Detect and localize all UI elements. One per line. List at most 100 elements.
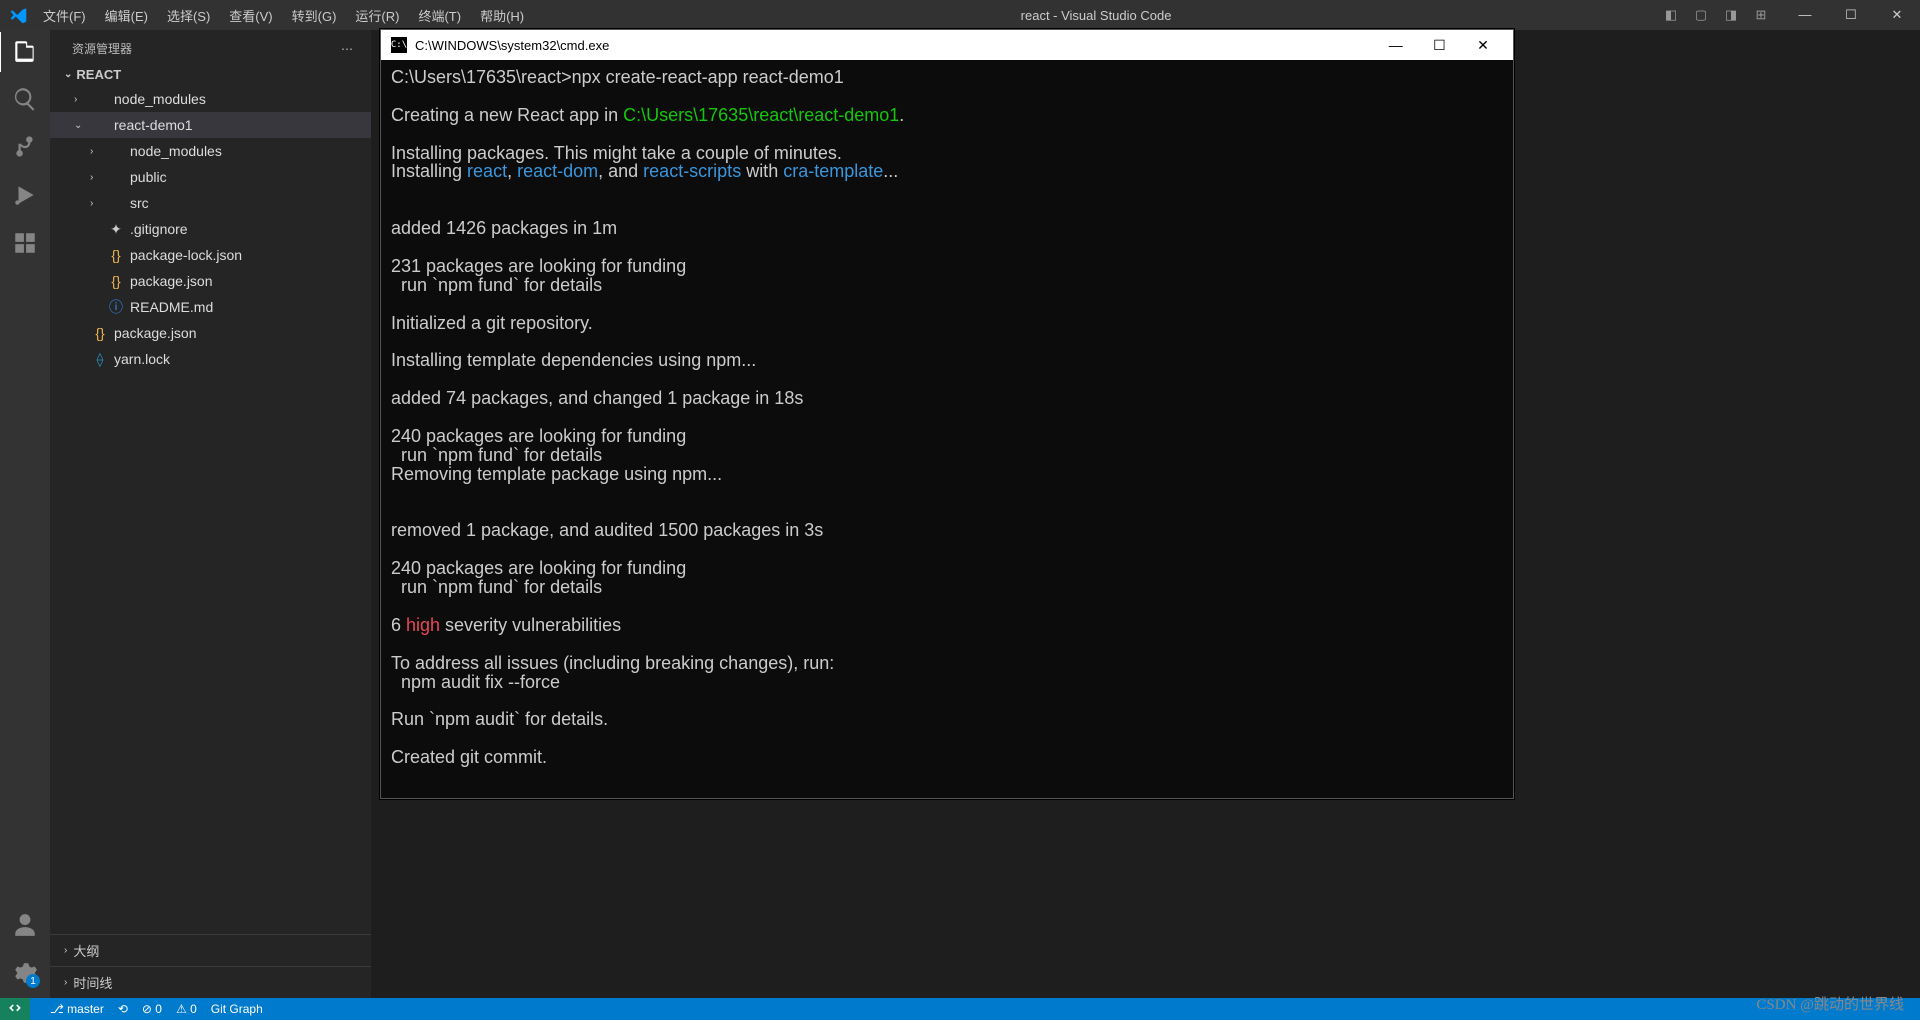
git-branch[interactable]: ⎇ master — [50, 1002, 104, 1016]
sync-icon[interactable]: ⟲ — [118, 1002, 128, 1016]
term-text: run `npm fund` for details — [391, 445, 602, 465]
tree-label: node_modules — [130, 143, 222, 159]
term-text: 6 — [391, 615, 406, 635]
term-text: 240 packages are looking for funding — [391, 426, 686, 446]
term-text: react-dom — [517, 161, 598, 181]
warnings-count[interactable]: ⚠ 0 — [176, 1002, 197, 1016]
chevron-right-icon: › — [64, 945, 67, 956]
errors-count[interactable]: ⊘ 0 — [142, 1002, 162, 1016]
menu-item[interactable]: 帮助(H) — [472, 2, 532, 29]
chevron-right-icon: › — [64, 977, 67, 988]
tree-label: src — [130, 195, 149, 211]
term-text: , and — [598, 161, 643, 181]
cmd-title: C:\WINDOWS\system32\cmd.exe — [415, 38, 1376, 53]
file-icon: ⟠ — [92, 351, 108, 368]
sidebar-root[interactable]: ⌄ REACT — [50, 63, 371, 86]
menu-item[interactable]: 编辑(E) — [97, 2, 156, 29]
menu-item[interactable]: 文件(F) — [35, 2, 94, 29]
activity-git-icon[interactable] — [12, 134, 38, 160]
status-bar: ⎇ master ⟲ ⊘ 0 ⚠ 0 Git Graph — [0, 998, 1920, 1020]
activity-debug-icon[interactable] — [12, 182, 38, 208]
outline-panel[interactable]: › 大纲 — [50, 934, 371, 966]
term-text: removed 1 package, and audited 1500 pack… — [391, 520, 823, 540]
menu-item[interactable]: 运行(R) — [347, 2, 407, 29]
vscode-logo-icon — [0, 6, 35, 24]
term-text: Installing — [391, 161, 467, 181]
tree-folder[interactable]: ›public — [50, 164, 371, 190]
term-text: Installing template dependencies using n… — [391, 350, 756, 370]
maximize-icon[interactable]: ☐ — [1828, 7, 1874, 23]
layout-controls: ◧ ▢ ◨ ⊞ — [1660, 7, 1772, 23]
tree-label: package-lock.json — [130, 247, 242, 263]
tree-label: .gitignore — [130, 221, 188, 237]
tree-folder[interactable]: ›node_modules — [50, 86, 371, 112]
remote-indicator[interactable] — [0, 998, 30, 1020]
file-icon: ⓘ — [108, 297, 124, 317]
cmd-maximize-icon[interactable]: ☐ — [1419, 37, 1459, 54]
cmd-close-icon[interactable]: ✕ — [1463, 37, 1503, 54]
panel-right-icon[interactable]: ◨ — [1720, 7, 1742, 23]
sidebar-more-icon[interactable]: ⋯ — [341, 42, 353, 56]
menu-item[interactable]: 终端(T) — [410, 2, 469, 29]
window-title: react - Visual Studio Code — [532, 8, 1660, 23]
term-text: Created git commit. — [391, 747, 547, 767]
activity-extensions-icon[interactable] — [12, 230, 38, 256]
activity-account-icon[interactable] — [12, 912, 38, 938]
term-text: run `npm fund` for details — [391, 275, 602, 295]
activity-search-icon[interactable] — [12, 86, 38, 112]
timeline-panel[interactable]: › 时间线 — [50, 966, 371, 998]
term-text: react — [467, 161, 507, 181]
git-graph[interactable]: Git Graph — [211, 1002, 263, 1016]
layout-grid-icon[interactable]: ⊞ — [1750, 7, 1772, 23]
menu-item[interactable]: 转到(G) — [284, 2, 345, 29]
tree-folder[interactable]: › node_modules — [50, 138, 371, 164]
window-controls: ― ☐ ✕ — [1782, 7, 1920, 23]
chevron-icon: ⌄ — [74, 120, 86, 131]
branch-name: master — [67, 1002, 104, 1016]
watermark-text: CSDN @跳动的世界线 — [1756, 993, 1904, 1014]
chevron-icon: › — [90, 172, 102, 183]
activity-explorer-icon[interactable] — [12, 38, 38, 64]
activity-settings-icon[interactable]: 1 — [12, 960, 38, 986]
tree-file[interactable]: ⟠ yarn.lock — [50, 346, 371, 372]
minimize-icon[interactable]: ― — [1782, 7, 1828, 23]
term-text: run `npm fund` for details — [391, 577, 602, 597]
tree-folder[interactable]: ›src — [50, 190, 371, 216]
term-text: cra-template — [783, 161, 883, 181]
term-text: react-scripts — [643, 161, 741, 181]
tree-file[interactable]: ⓘREADME.md — [50, 294, 371, 320]
panel-left-icon[interactable]: ◧ — [1660, 7, 1682, 23]
term-text: Installing packages. This might take a c… — [391, 143, 842, 163]
tree-file[interactable]: {}package-lock.json — [50, 242, 371, 268]
cmd-output[interactable]: C:\Users\17635\react>npx create-react-ap… — [381, 60, 1513, 798]
chevron-icon: › — [74, 94, 86, 105]
chevron-icon: › — [90, 146, 102, 157]
tree-label: yarn.lock — [114, 351, 170, 367]
menu-item[interactable]: 选择(S) — [159, 2, 218, 29]
close-icon[interactable]: ✕ — [1874, 7, 1920, 23]
timeline-label: 时间线 — [73, 973, 112, 992]
term-text: . — [899, 105, 904, 125]
term-text: C:\Users\17635\react>npx create-react-ap… — [391, 67, 844, 87]
explorer-sidebar: 资源管理器 ⋯ ⌄ REACT › node_modules ⌄react-demo… — [50, 30, 371, 998]
term-text: ... — [883, 161, 898, 181]
term-text: with — [741, 161, 783, 181]
activity-bar: 1 — [0, 30, 50, 998]
tree-file[interactable]: ✦.gitignore — [50, 216, 371, 242]
cmd-title-bar[interactable]: C:\ C:\WINDOWS\system32\cmd.exe ― ☐ ✕ — [381, 30, 1513, 60]
sidebar-title: 资源管理器 — [72, 40, 132, 57]
tree-folder[interactable]: ⌄react-demo1 — [50, 112, 371, 138]
tree-file[interactable]: {}package.json — [50, 320, 371, 346]
title-bar: 文件(F)编辑(E)选择(S)查看(V)转到(G)运行(R)终端(T)帮助(H)… — [0, 0, 1920, 30]
chevron-down-icon: ⌄ — [64, 69, 72, 80]
menu-item[interactable]: 查看(V) — [221, 2, 280, 29]
file-icon: {} — [92, 325, 108, 341]
term-text: C:\Users\17635\react\react-demo1 — [623, 105, 899, 125]
term-text: added 1426 packages in 1m — [391, 218, 617, 238]
term-text: Initialized a git repository. — [391, 313, 593, 333]
cmd-minimize-icon[interactable]: ― — [1376, 37, 1416, 53]
file-tree: ›node_modules⌄react-demo1›node_modules›p… — [50, 86, 371, 934]
tree-file[interactable]: {}package.json — [50, 268, 371, 294]
panel-bottom-icon[interactable]: ▢ — [1690, 7, 1712, 23]
term-text: npm audit fix --force — [391, 672, 560, 692]
